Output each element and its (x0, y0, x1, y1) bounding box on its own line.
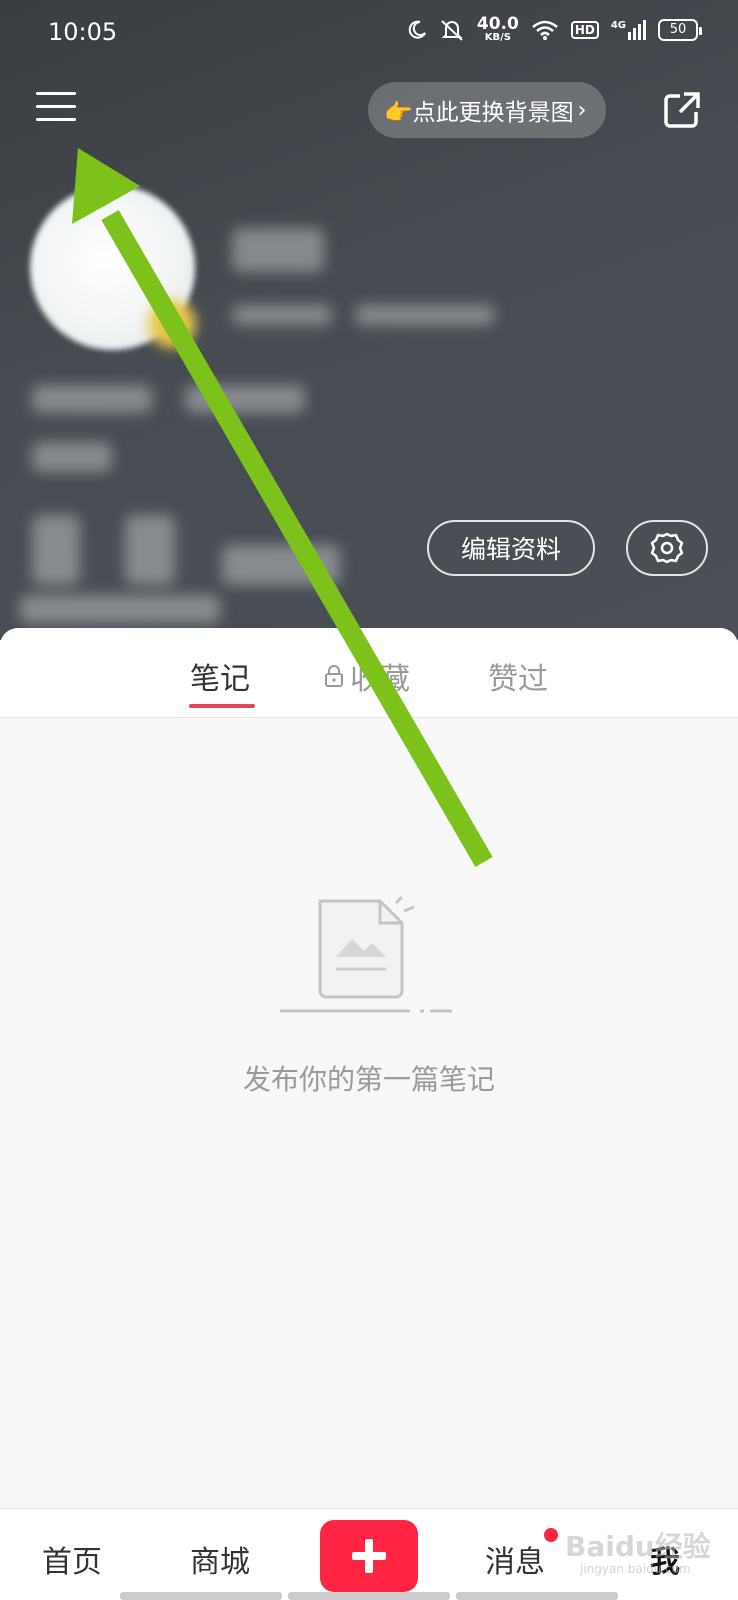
plus-icon (352, 1539, 386, 1573)
cell-signal-icon: 4G (611, 19, 646, 40)
username-blurred (232, 228, 324, 272)
stat-followers-blurred[interactable] (125, 515, 175, 585)
hd-badge: HD (570, 20, 599, 39)
status-bar: 10:05 40.0 KB/S HD 4G 50 (0, 0, 738, 64)
change-background-button[interactable]: 👉点此更换背景图 › (368, 82, 607, 138)
bio-blurred-2 (185, 385, 305, 413)
nav-mall[interactable]: 商城 (190, 1537, 250, 1581)
watermark-url: jingyan.baidu.com (580, 1562, 691, 1576)
status-icons: 40.0 KB/S HD 4G 50 (407, 14, 702, 43)
gear-icon (650, 532, 684, 564)
settings-button[interactable] (626, 520, 708, 576)
avatar-badge (148, 300, 196, 348)
active-tab-indicator (189, 704, 255, 708)
watermark: Baidu经验 (565, 1530, 711, 1563)
tab-favorites[interactable]: 收藏 (324, 654, 410, 698)
moon-icon (408, 20, 426, 39)
empty-state-text: 发布你的第一篇笔记 (242, 1063, 495, 1096)
lock-icon (325, 665, 343, 687)
battery-indicator: 50 (658, 18, 702, 41)
edit-profile-button[interactable]: 编辑资料 (427, 520, 595, 576)
profile-tabs: 笔记 收藏 赞过 (0, 628, 738, 718)
status-time: 10:05 (48, 18, 118, 46)
add-post-button[interactable] (320, 1520, 418, 1592)
empty-note-icon (280, 895, 452, 1013)
tag-blurred (32, 442, 112, 472)
menu-icon[interactable] (36, 92, 76, 126)
home-indicator (120, 1592, 618, 1600)
stat-following-blurred[interactable] (32, 515, 80, 585)
footer-blurred (20, 595, 220, 623)
chevron-right-icon: › (577, 97, 587, 123)
nav-home[interactable]: 首页 (42, 1537, 102, 1581)
nav-messages[interactable]: 消息 (485, 1537, 545, 1581)
bio-blurred (32, 385, 152, 413)
wifi-icon (532, 20, 558, 40)
ip-location-blurred (355, 305, 495, 325)
stat-likes-blurred[interactable] (222, 545, 340, 585)
tab-liked[interactable]: 赞过 (488, 654, 548, 698)
user-id-blurred (232, 305, 332, 325)
tab-notes[interactable]: 笔记 (190, 654, 250, 698)
mute-bell-icon (441, 19, 463, 41)
messages-badge (544, 1528, 558, 1542)
network-speed: 40.0 KB/S (476, 14, 519, 43)
share-icon[interactable] (662, 90, 702, 130)
